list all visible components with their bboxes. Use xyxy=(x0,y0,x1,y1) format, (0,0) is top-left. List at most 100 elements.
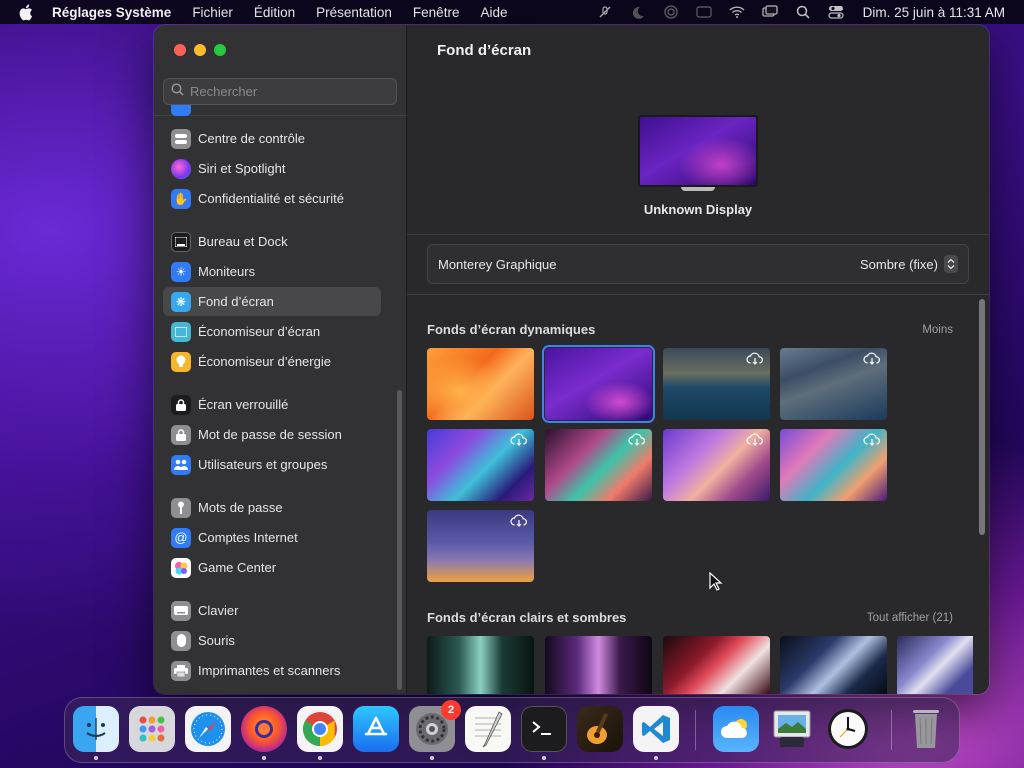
menu-edition[interactable]: Édition xyxy=(254,5,295,20)
dock: 2 xyxy=(64,697,960,763)
wallpaper-thumb-catalina[interactable] xyxy=(663,348,770,420)
wifi-icon[interactable] xyxy=(729,4,745,20)
main-panel: Fond d’écran Unknown Display Monterey Gr… xyxy=(407,25,989,694)
sidebar-item-game-center[interactable]: Game Center xyxy=(163,553,381,582)
sidebar-item-mouse[interactable]: Souris xyxy=(163,626,381,655)
vscode-icon[interactable] xyxy=(633,706,679,752)
mic-off-icon[interactable] xyxy=(597,4,613,20)
sidebar-item-displays[interactable]: ☀ Moniteurs xyxy=(163,257,381,286)
zoom-button[interactable] xyxy=(214,44,226,56)
screen-mirroring-icon[interactable] xyxy=(762,4,778,20)
download-cloud-icon xyxy=(863,352,880,365)
download-cloud-icon xyxy=(746,352,763,365)
wallpaper-thumb-imac-silver[interactable] xyxy=(897,636,973,694)
textedit-icon[interactable] xyxy=(465,706,511,752)
close-button[interactable] xyxy=(174,44,186,56)
sidebar-item-control-center[interactable]: Centre de contrôle xyxy=(163,124,381,153)
notification-badge: 2 xyxy=(441,700,461,720)
wallpaper-thumb-big-sur-beach[interactable] xyxy=(780,429,887,501)
sidebar-item-login-password[interactable]: Mot de passe de session xyxy=(163,420,381,449)
sidebar-item-keyboard[interactable]: Clavier xyxy=(163,596,381,625)
wallpaper-thumb-big-sur-coast[interactable] xyxy=(427,429,534,501)
terminal-icon[interactable] xyxy=(521,706,567,752)
sidebar-item-internet-accounts[interactable]: @ Comptes Internet xyxy=(163,523,381,552)
sidebar-item-energy[interactable]: Économiseur d’énergie xyxy=(163,347,381,376)
keyboard-brightness-icon[interactable] xyxy=(696,4,712,20)
appearance-mode-value: Sombre (fixe) xyxy=(859,256,938,272)
wallpaper-thumb-monterey-graphic[interactable] xyxy=(542,345,655,423)
search-icon xyxy=(171,82,184,101)
running-indicator xyxy=(542,756,546,760)
menu-presentation[interactable]: Présentation xyxy=(316,5,392,20)
printer-icon xyxy=(171,660,191,681)
safari-icon[interactable] xyxy=(185,706,231,752)
sidebar-item-label: Game Center xyxy=(198,560,277,575)
wallpaper-thumb-ventura[interactable] xyxy=(427,348,534,420)
wallpaper-thumb-abstract-sunset[interactable] xyxy=(427,510,534,582)
clock-icon[interactable] xyxy=(825,706,871,752)
sidebar-item-users[interactable]: Utilisateurs et groupes xyxy=(163,450,381,479)
page-title: Fond d’écran xyxy=(437,42,532,59)
wallpaper-thumb-big-sur-dunes[interactable] xyxy=(663,429,770,501)
menu-fenetre[interactable]: Fenêtre xyxy=(413,5,460,20)
focus-moon-icon[interactable] xyxy=(630,4,646,20)
sidebar-item-label: Fond d’écran xyxy=(198,294,274,309)
menu-fichier[interactable]: Fichier xyxy=(192,5,233,20)
sidebar-item-printers[interactable]: Imprimantes et scanners xyxy=(163,656,381,685)
preview-icon[interactable] xyxy=(769,706,815,752)
sidebar-item-wallpaper[interactable]: ❋ Fond d’écran xyxy=(163,287,381,316)
minimize-button[interactable] xyxy=(194,44,206,56)
main-scrollbar[interactable] xyxy=(977,295,986,694)
sidebar-item-label: Confidentialité et sécurité xyxy=(198,191,344,206)
sidebar-item-desktop-dock[interactable]: Bureau et Dock xyxy=(163,227,381,256)
sidebar-item-partial[interactable] xyxy=(163,105,381,119)
launchpad-icon[interactable] xyxy=(129,706,175,752)
sidebar-item-screensaver[interactable]: Économiseur d’écran xyxy=(163,317,381,346)
wallpaper-thumb-catalina-clouds[interactable] xyxy=(780,348,887,420)
wallpaper-thumb-imac-green[interactable] xyxy=(427,636,534,694)
sidebar-scrollbar[interactable] xyxy=(397,390,402,690)
app-store-icon[interactable] xyxy=(353,706,399,752)
running-indicator xyxy=(654,756,658,760)
trash-icon[interactable] xyxy=(903,706,949,752)
menu-aide[interactable]: Aide xyxy=(480,5,507,20)
key-icon xyxy=(171,497,191,518)
section-toggle-less[interactable]: Moins xyxy=(922,324,953,336)
running-indicator xyxy=(262,756,266,760)
apple-menu-icon[interactable] xyxy=(18,3,36,21)
display-name: Unknown Display xyxy=(643,202,753,217)
divider xyxy=(407,234,989,235)
wallpaper-thumb-imac-red[interactable] xyxy=(663,636,770,694)
scroll-thumb[interactable] xyxy=(979,299,985,535)
sidebar-item-siri[interactable]: Siri et Spotlight xyxy=(163,154,381,183)
sidebar-item-lock-screen[interactable]: Écran verrouillé xyxy=(163,390,381,419)
sidebar-item-passwords[interactable]: Mots de passe xyxy=(163,493,381,522)
hand-icon: ✋ xyxy=(171,188,191,209)
system-settings-icon[interactable]: 2 xyxy=(409,700,461,752)
app-menu[interactable]: Réglages Système xyxy=(52,5,171,20)
wallpaper-icon: ❋ xyxy=(171,291,191,312)
sidebar-item-label: Bureau et Dock xyxy=(198,234,288,249)
weather-icon[interactable] xyxy=(713,706,759,752)
sidebar-item-label: Mot de passe de session xyxy=(198,427,342,442)
wallpaper-thumb-imac-purple[interactable] xyxy=(545,636,652,694)
search-icon[interactable] xyxy=(795,4,811,20)
dock-separator xyxy=(891,710,892,750)
menu-clock[interactable]: Dim. 25 juin à 11:31 AM xyxy=(863,5,1005,20)
search-input[interactable] xyxy=(190,84,390,99)
chevron-updown-icon xyxy=(944,255,958,273)
firefox-icon[interactable] xyxy=(241,706,287,752)
chrome-icon[interactable] xyxy=(297,706,343,752)
garageband-icon[interactable] xyxy=(577,706,623,752)
appearance-popup[interactable]: Sombre (fixe) xyxy=(860,255,958,273)
sidebar-item-privacy[interactable]: ✋ Confidentialité et sécurité xyxy=(163,184,381,213)
wallpaper-thumb-big-sur-river[interactable] xyxy=(545,429,652,501)
finder-icon[interactable] xyxy=(73,706,119,752)
search-field[interactable] xyxy=(163,78,397,105)
section-show-all[interactable]: Tout afficher (21) xyxy=(867,612,953,624)
screensaver-icon xyxy=(171,321,191,342)
wallpaper-thumb-imac-blue[interactable] xyxy=(780,636,887,694)
display-stand xyxy=(681,187,715,191)
control-center-icon[interactable] xyxy=(828,4,844,20)
airplay-icon[interactable] xyxy=(663,4,679,20)
